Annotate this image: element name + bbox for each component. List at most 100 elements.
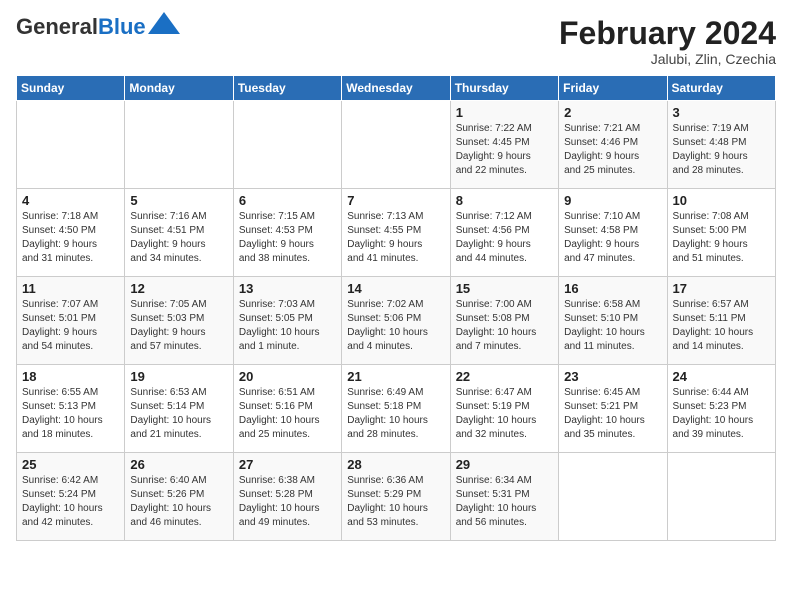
day-number: 25 [22, 457, 119, 472]
day-number: 24 [673, 369, 770, 384]
day-number: 2 [564, 105, 661, 120]
day-info: Sunrise: 6:49 AMSunset: 5:18 PMDaylight:… [347, 386, 444, 442]
day-header-wednesday: Wednesday [342, 76, 450, 101]
calendar-cell: 19Sunrise: 6:53 AMSunset: 5:14 PMDayligh… [125, 365, 233, 453]
calendar-cell [125, 101, 233, 189]
day-info: Sunrise: 7:18 AMSunset: 4:50 PMDaylight:… [22, 210, 119, 266]
day-number: 12 [130, 281, 227, 296]
day-number: 23 [564, 369, 661, 384]
day-number: 5 [130, 193, 227, 208]
calendar-cell: 6 Sunrise: 7:15 AMSunset: 4:53 PMDaylight… [233, 189, 341, 277]
day-info: Sunrise: 7:08 AMSunset: 5:00 PMDaylight:… [673, 210, 770, 266]
calendar-cell: 20Sunrise: 6:51 AMSunset: 5:16 PMDayligh… [233, 365, 341, 453]
calendar-cell: 26 Sunrise: 6:40 AMSunset: 5:26 PMDayligh… [125, 453, 233, 541]
calendar-cell: 23 Sunrise: 6:45 AMSunset: 5:21 PMDayligh… [559, 365, 667, 453]
day-number: 14 [347, 281, 444, 296]
title-block: February 2024 Jalubi, Zlin, Czechia [559, 16, 776, 67]
calendar-cell: 1 Sunrise: 7:22 AMSunset: 4:45 PMDaylight… [450, 101, 558, 189]
calendar-cell: 14 Sunrise: 7:02 AMSunset: 5:06 PMDayligh… [342, 277, 450, 365]
day-info: Sunrise: 7:00 AMSunset: 5:08 PMDaylight:… [456, 298, 553, 354]
calendar-cell: 17 Sunrise: 6:57 AMSunset: 5:11 PMDayligh… [667, 277, 775, 365]
calendar-cell [559, 453, 667, 541]
day-number: 16 [564, 281, 661, 296]
day-number: 29 [456, 457, 553, 472]
calendar-cell: 12 Sunrise: 7:05 AMSunset: 5:03 PMDayligh… [125, 277, 233, 365]
day-number: 22 [456, 369, 553, 384]
calendar-cell: 18Sunrise: 6:55 AMSunset: 5:13 PMDayligh… [17, 365, 125, 453]
calendar-cell: 21Sunrise: 6:49 AMSunset: 5:18 PMDayligh… [342, 365, 450, 453]
calendar-week-row: 1 Sunrise: 7:22 AMSunset: 4:45 PMDaylight… [17, 101, 776, 189]
calendar-cell: 16 Sunrise: 6:58 AMSunset: 5:10 PMDayligh… [559, 277, 667, 365]
day-info: Sunrise: 6:57 AMSunset: 5:11 PMDaylight:… [673, 298, 770, 354]
day-info: Sunrise: 6:47 AMSunset: 5:19 PMDaylight:… [456, 386, 553, 442]
day-number: 15 [456, 281, 553, 296]
logo-text: GeneralBlue [16, 16, 146, 38]
day-info: Sunrise: 7:21 AMSunset: 4:46 PMDaylight:… [564, 122, 661, 178]
calendar-cell: 28Sunrise: 6:36 AMSunset: 5:29 PMDayligh… [342, 453, 450, 541]
calendar-cell [17, 101, 125, 189]
calendar-week-row: 4 Sunrise: 7:18 AMSunset: 4:50 PMDaylight… [17, 189, 776, 277]
day-number: 26 [130, 457, 227, 472]
calendar-cell: 15 Sunrise: 7:00 AMSunset: 5:08 PMDayligh… [450, 277, 558, 365]
calendar-week-row: 25 Sunrise: 6:42 AMSunset: 5:24 PMDayligh… [17, 453, 776, 541]
calendar-cell: 29 Sunrise: 6:34 AMSunset: 5:31 PMDayligh… [450, 453, 558, 541]
calendar-cell [667, 453, 775, 541]
day-info: Sunrise: 7:19 AMSunset: 4:48 PMDaylight:… [673, 122, 770, 178]
day-number: 9 [564, 193, 661, 208]
day-info: Sunrise: 6:45 AMSunset: 5:21 PMDaylight:… [564, 386, 661, 442]
day-number: 3 [673, 105, 770, 120]
calendar-cell: 5 Sunrise: 7:16 AMSunset: 4:51 PMDaylight… [125, 189, 233, 277]
day-number: 4 [22, 193, 119, 208]
day-info: Sunrise: 7:22 AMSunset: 4:45 PMDaylight:… [456, 122, 553, 178]
calendar-cell: 2 Sunrise: 7:21 AMSunset: 4:46 PMDaylight… [559, 101, 667, 189]
calendar-cell: 3 Sunrise: 7:19 AMSunset: 4:48 PMDaylight… [667, 101, 775, 189]
day-info: Sunrise: 7:15 AMSunset: 4:53 PMDaylight:… [239, 210, 336, 266]
calendar-cell: 9 Sunrise: 7:10 AMSunset: 4:58 PMDaylight… [559, 189, 667, 277]
calendar-cell: 27 Sunrise: 6:38 AMSunset: 5:28 PMDayligh… [233, 453, 341, 541]
calendar-week-row: 18Sunrise: 6:55 AMSunset: 5:13 PMDayligh… [17, 365, 776, 453]
day-info: Sunrise: 6:42 AMSunset: 5:24 PMDaylight:… [22, 474, 119, 530]
day-info: Sunrise: 6:36 AMSunset: 5:29 PMDaylight:… [347, 474, 444, 530]
calendar-cell: 11Sunrise: 7:07 AMSunset: 5:01 PMDayligh… [17, 277, 125, 365]
calendar-cell: 8Sunrise: 7:12 AMSunset: 4:56 PMDaylight… [450, 189, 558, 277]
day-number: 13 [239, 281, 336, 296]
day-info: Sunrise: 6:34 AMSunset: 5:31 PMDaylight:… [456, 474, 553, 530]
location: Jalubi, Zlin, Czechia [559, 51, 776, 67]
day-number: 18 [22, 369, 119, 384]
calendar-header-row: SundayMondayTuesdayWednesdayThursdayFrid… [17, 76, 776, 101]
day-info: Sunrise: 7:13 AMSunset: 4:55 PMDaylight:… [347, 210, 444, 266]
day-number: 8 [456, 193, 553, 208]
day-number: 27 [239, 457, 336, 472]
day-info: Sunrise: 7:07 AMSunset: 5:01 PMDaylight:… [22, 298, 119, 354]
day-info: Sunrise: 7:10 AMSunset: 4:58 PMDaylight:… [564, 210, 661, 266]
calendar-body: 1 Sunrise: 7:22 AMSunset: 4:45 PMDaylight… [17, 101, 776, 541]
month-title: February 2024 [559, 16, 776, 51]
calendar-cell: 4 Sunrise: 7:18 AMSunset: 4:50 PMDaylight… [17, 189, 125, 277]
day-info: Sunrise: 7:03 AMSunset: 5:05 PMDaylight:… [239, 298, 336, 354]
day-number: 10 [673, 193, 770, 208]
day-number: 6 [239, 193, 336, 208]
day-header-thursday: Thursday [450, 76, 558, 101]
calendar-cell [233, 101, 341, 189]
day-info: Sunrise: 7:05 AMSunset: 5:03 PMDaylight:… [130, 298, 227, 354]
calendar-cell: 25 Sunrise: 6:42 AMSunset: 5:24 PMDayligh… [17, 453, 125, 541]
calendar-cell [342, 101, 450, 189]
day-info: Sunrise: 6:58 AMSunset: 5:10 PMDaylight:… [564, 298, 661, 354]
calendar-cell: 7 Sunrise: 7:13 AMSunset: 4:55 PMDaylight… [342, 189, 450, 277]
day-number: 20 [239, 369, 336, 384]
day-number: 1 [456, 105, 553, 120]
day-info: Sunrise: 7:16 AMSunset: 4:51 PMDaylight:… [130, 210, 227, 266]
day-info: Sunrise: 7:02 AMSunset: 5:06 PMDaylight:… [347, 298, 444, 354]
calendar-table: SundayMondayTuesdayWednesdayThursdayFrid… [16, 75, 776, 541]
calendar-cell: 24 Sunrise: 6:44 AMSunset: 5:23 PMDayligh… [667, 365, 775, 453]
day-info: Sunrise: 6:38 AMSunset: 5:28 PMDaylight:… [239, 474, 336, 530]
day-info: Sunrise: 6:53 AMSunset: 5:14 PMDaylight:… [130, 386, 227, 442]
day-number: 7 [347, 193, 444, 208]
day-info: Sunrise: 6:40 AMSunset: 5:26 PMDaylight:… [130, 474, 227, 530]
day-header-sunday: Sunday [17, 76, 125, 101]
day-number: 17 [673, 281, 770, 296]
calendar-cell: 13 Sunrise: 7:03 AMSunset: 5:05 PMDayligh… [233, 277, 341, 365]
logo: GeneralBlue [16, 16, 180, 38]
day-info: Sunrise: 6:44 AMSunset: 5:23 PMDaylight:… [673, 386, 770, 442]
day-header-tuesday: Tuesday [233, 76, 341, 101]
